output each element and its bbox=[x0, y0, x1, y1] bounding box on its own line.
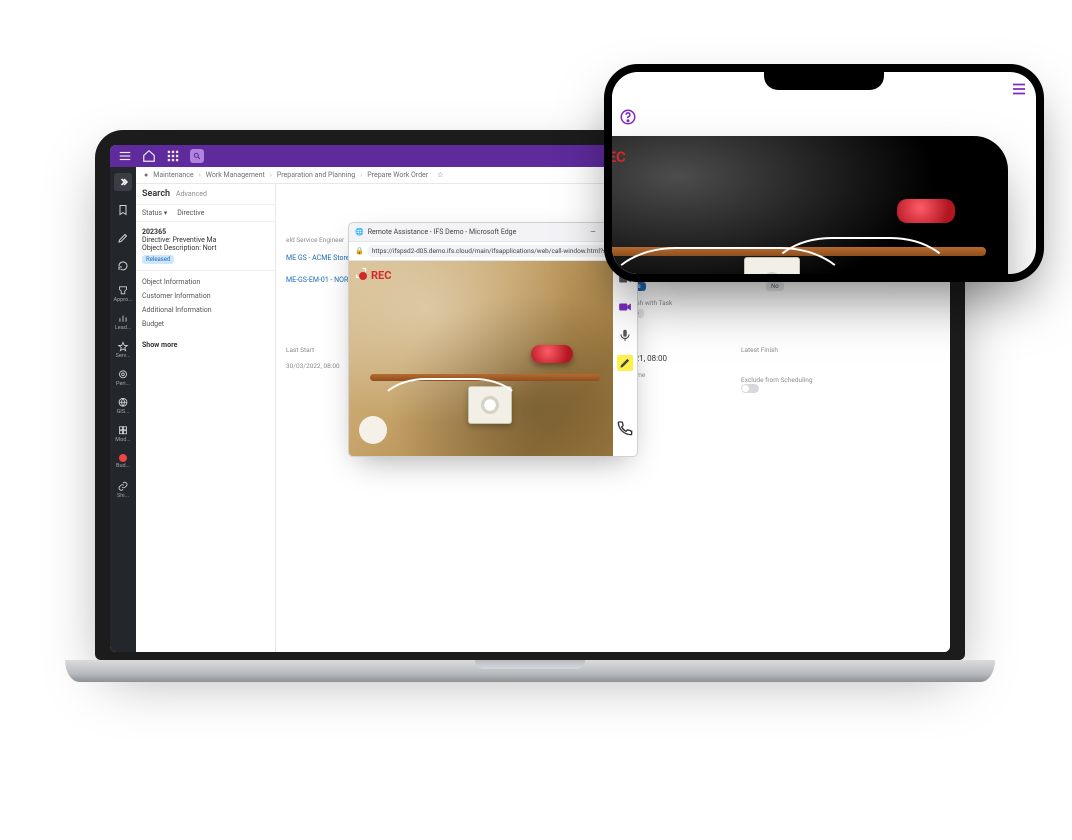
minimize-icon[interactable]: — bbox=[587, 226, 599, 238]
exclude-label: Exclude from Scheduling bbox=[741, 376, 841, 384]
rec-indicator: REC bbox=[359, 269, 391, 282]
breadcrumb-item[interactable]: Prepare Work Order bbox=[367, 171, 428, 179]
rec-indicator: REC bbox=[612, 148, 626, 166]
edge-favicon: 🌐 bbox=[355, 228, 364, 236]
rail-alert-icon[interactable]: Bud... bbox=[114, 453, 132, 471]
hangup-icon[interactable] bbox=[613, 416, 637, 440]
search-panel: Search Advanced Status ▾ Directive 20236… bbox=[136, 184, 276, 652]
home-icon[interactable] bbox=[142, 149, 156, 163]
rail-edit-icon[interactable] bbox=[114, 229, 132, 247]
rail-squares-icon[interactable]: Mod... bbox=[114, 425, 132, 443]
status-badge: Released bbox=[142, 255, 174, 264]
phone-video-feed: REC bbox=[612, 136, 1008, 274]
address-bar[interactable]: https://ifspsd2-d05.demo.ifs.cloud/main/… bbox=[368, 245, 619, 257]
lock-icon: 🔒 bbox=[355, 247, 364, 255]
panel-link[interactable]: Additional Information bbox=[136, 303, 275, 317]
record-directive: Directive: Preventive Ma bbox=[142, 236, 269, 244]
rail-chart-icon[interactable]: Lead... bbox=[114, 313, 132, 331]
rail-refresh-icon[interactable] bbox=[114, 257, 132, 275]
nav-rail: Appro... Lead... Serv... Peri... GIS... … bbox=[110, 167, 136, 652]
help-icon[interactable] bbox=[619, 108, 637, 126]
breadcrumb-bullet: ● bbox=[144, 171, 148, 179]
edge-title-text: Remote Assistance - IFS Demo - Microsoft… bbox=[368, 228, 517, 236]
rail-globe-icon[interactable]: GIS... bbox=[114, 397, 132, 415]
panel-link[interactable]: Customer Information bbox=[136, 289, 275, 303]
date-label: Latest Finish bbox=[741, 346, 841, 354]
panel-link[interactable]: Object Information bbox=[136, 275, 275, 289]
chip-no: No bbox=[766, 282, 784, 291]
menu-icon[interactable] bbox=[118, 149, 132, 163]
advanced-link[interactable]: Advanced bbox=[176, 190, 207, 198]
result-card[interactable]: 202365 Directive: Preventive Ma Object D… bbox=[136, 222, 275, 271]
record-object: Object Description: Nort bbox=[142, 244, 269, 252]
breadcrumb-item[interactable]: Preparation and Planning bbox=[277, 171, 355, 179]
highlighter-icon[interactable] bbox=[617, 355, 633, 371]
apps-icon[interactable] bbox=[166, 149, 180, 163]
shutter-button[interactable] bbox=[359, 416, 387, 444]
rail-target-icon[interactable]: Peri... bbox=[114, 369, 132, 387]
rail-approval-icon[interactable]: Appro... bbox=[114, 285, 132, 303]
panel-link[interactable]: Budget bbox=[136, 317, 275, 331]
rail-star-icon[interactable]: Serv... bbox=[114, 341, 132, 359]
breadcrumb-item[interactable]: Maintenance bbox=[153, 171, 193, 179]
rail-link-icon[interactable]: Shi... bbox=[114, 481, 132, 499]
record-number: 202365 bbox=[142, 228, 269, 236]
filter-status[interactable]: Status ▾ bbox=[142, 209, 167, 217]
mic-icon[interactable] bbox=[617, 327, 633, 343]
search-highlight-icon[interactable] bbox=[190, 149, 204, 163]
hamburger-icon[interactable] bbox=[1010, 80, 1028, 100]
breadcrumb-item[interactable]: Work Management bbox=[206, 171, 265, 179]
phone-device: REC bbox=[604, 64, 1044, 282]
search-title: Search bbox=[142, 189, 170, 199]
flag-label: Finish with Task bbox=[626, 299, 726, 307]
video-feed: REC bbox=[349, 261, 613, 456]
show-more[interactable]: Show more bbox=[136, 335, 275, 355]
star-icon[interactable]: ☆ bbox=[437, 171, 443, 179]
panel-links: Object Information Customer Information … bbox=[136, 271, 275, 335]
exclude-toggle[interactable] bbox=[741, 384, 759, 393]
rail-expand-icon[interactable] bbox=[114, 173, 132, 191]
remote-assist-window[interactable]: 🌐 Remote Assistance - IFS Demo - Microso… bbox=[348, 222, 638, 457]
record-icon[interactable] bbox=[617, 299, 633, 315]
call-tools bbox=[613, 261, 637, 456]
filter-directive[interactable]: Directive bbox=[177, 209, 204, 217]
rail-bookmark-icon[interactable] bbox=[114, 201, 132, 219]
